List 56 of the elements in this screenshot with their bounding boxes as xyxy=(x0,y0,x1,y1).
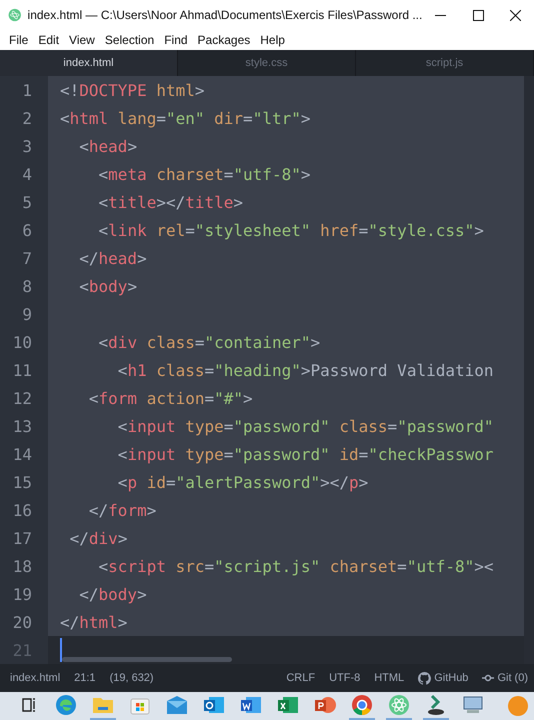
status-text: (19, 632) xyxy=(110,672,154,684)
file-tab[interactable]: index.html xyxy=(0,50,178,76)
status-text: 21:1 xyxy=(74,672,96,684)
mail-icon[interactable] xyxy=(166,696,188,714)
line-number: 20 xyxy=(12,612,32,632)
menu-item[interactable]: File xyxy=(4,33,34,47)
line-number: 6 xyxy=(21,220,32,240)
line-number: 1 xyxy=(21,80,32,100)
status-text: UTF-8 xyxy=(329,672,360,684)
mail-app-icon[interactable] xyxy=(203,695,225,715)
line-number: 13 xyxy=(12,416,32,436)
line-number: 7 xyxy=(21,248,32,268)
line-number: 14 xyxy=(12,444,32,464)
menu-item[interactable]: Help xyxy=(255,33,290,47)
line-number: 4 xyxy=(21,164,32,184)
window-title: index.html — C:\Users\Noor Ahmad\Documents\Exercis Files\Password ... xyxy=(28,8,422,22)
git-status[interactable]: Git (0) xyxy=(497,672,528,684)
line-number: 16 xyxy=(12,500,32,520)
line-number: 15 xyxy=(12,472,32,492)
monitor-icon[interactable] xyxy=(462,695,484,715)
atom-icon xyxy=(8,7,22,23)
status-text: HTML xyxy=(374,672,404,684)
menu-item[interactable]: Packages xyxy=(192,33,256,47)
line-number: 10 xyxy=(12,332,32,352)
commit-icon xyxy=(482,674,494,682)
github-icon xyxy=(418,672,432,684)
line-number: 11 xyxy=(12,360,32,380)
scrollbar-thumb[interactable] xyxy=(62,657,232,662)
folder-icon[interactable] xyxy=(92,695,114,715)
browser-icon[interactable] xyxy=(55,694,77,716)
menu-item[interactable]: View xyxy=(64,33,100,47)
minimize-icon[interactable] xyxy=(435,14,446,16)
browser-icon[interactable] xyxy=(351,694,373,716)
line-number: 8 xyxy=(21,276,32,296)
line-number: 17 xyxy=(12,528,32,548)
arrow-tool-icon[interactable] xyxy=(426,694,446,716)
presentation-app-icon[interactable] xyxy=(314,695,336,715)
menu-item[interactable]: Selection xyxy=(100,33,160,47)
line-number: 9 xyxy=(21,304,32,324)
menu-item[interactable]: Edit xyxy=(33,33,64,47)
line-number: 12 xyxy=(12,388,32,408)
menu-item[interactable]: Find xyxy=(159,33,193,47)
text-cursor xyxy=(60,638,62,662)
line-number: 18 xyxy=(12,556,32,576)
line-number: 5 xyxy=(21,192,32,212)
line-number: 19 xyxy=(12,584,32,604)
spreadsheet-app-icon[interactable] xyxy=(277,695,299,715)
close-icon[interactable] xyxy=(510,10,521,20)
github-link[interactable]: GitHub xyxy=(434,672,468,684)
status-text: index.html xyxy=(10,672,60,684)
line-number: 2 xyxy=(21,108,32,128)
status-text: CRLF xyxy=(286,672,316,684)
task-view-icon[interactable] xyxy=(21,697,37,713)
maximize-icon[interactable] xyxy=(472,10,484,20)
line-number: 3 xyxy=(21,136,32,156)
document-app-icon[interactable] xyxy=(240,695,262,715)
